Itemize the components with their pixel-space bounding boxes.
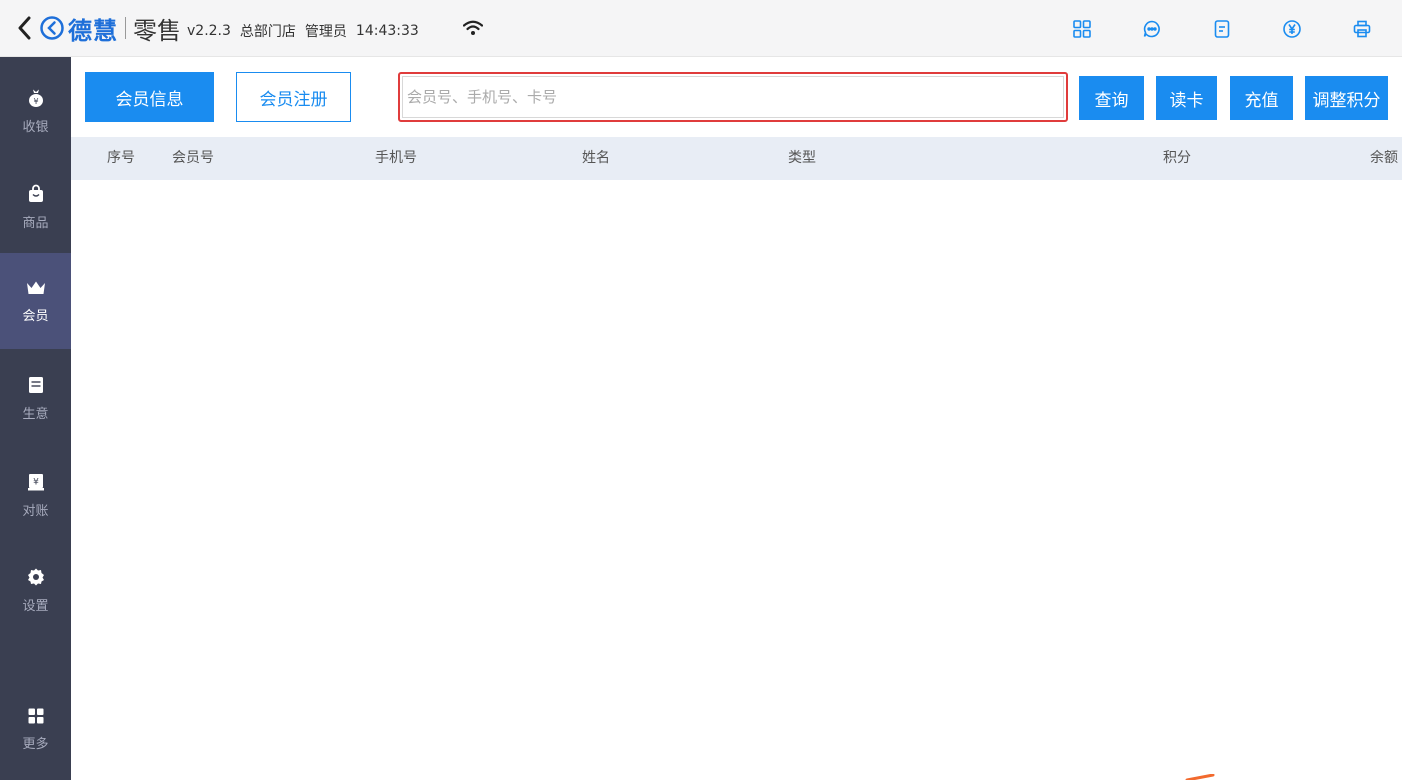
sidebar-item-business[interactable]: 生意 [0, 350, 71, 446]
column-header-type: 类型 [788, 150, 816, 166]
gear-icon [27, 568, 44, 585]
back-icon[interactable] [12, 11, 36, 45]
sidebar-item-reconcile[interactable]: ¥ 对账 [0, 447, 71, 543]
crown-icon [26, 281, 45, 294]
sidebar-item-label: 对账 [22, 503, 49, 519]
column-header-index: 序号 [107, 150, 135, 166]
sidebar-item-label: 会员 [22, 308, 49, 324]
reconcile-icon: ¥ [27, 473, 44, 490]
query-button[interactable]: 查询 [1079, 76, 1144, 120]
table-body [71, 180, 1402, 780]
sidebar-item-goods[interactable]: 商品 [0, 159, 71, 255]
sidebar-item-label: 设置 [22, 598, 49, 614]
svg-text:¥: ¥ [33, 97, 38, 106]
member-info-tab[interactable]: 会员信息 [85, 72, 214, 122]
column-header-member-no: 会员号 [172, 150, 214, 166]
search-box [398, 72, 1068, 122]
grid-icon[interactable] [1070, 17, 1094, 41]
document-icon[interactable] [1210, 17, 1234, 41]
main-content: 会员信息 会员注册 查询 读卡 充值 调整积分 序号 会员号 手机号 姓名 类型… [71, 57, 1402, 780]
table-header: 序号 会员号 手机号 姓名 类型 积分 余额 [71, 137, 1402, 180]
shopping-bag-icon [28, 184, 43, 202]
column-header-name: 姓名 [582, 150, 610, 166]
logo-icon [40, 16, 64, 40]
apps-icon [28, 708, 43, 723]
sidebar-item-label: 收银 [22, 119, 49, 135]
wifi-icon [462, 20, 483, 40]
app-version: v2.2.3 [187, 23, 231, 39]
top-toolbar-icons [1070, 0, 1402, 57]
svg-text:¥: ¥ [33, 477, 39, 487]
brand-name: 德慧 [68, 16, 118, 45]
member-register-tab[interactable]: 会员注册 [236, 72, 351, 122]
user-role: 管理员 [304, 24, 347, 40]
store-name: 总部门店 [239, 24, 296, 40]
yen-icon[interactable] [1280, 17, 1304, 41]
sidebar-item-label: 商品 [22, 215, 49, 231]
column-header-phone: 手机号 [375, 150, 417, 166]
money-bag-icon: ¥ [28, 89, 43, 107]
column-header-balance: 余额 [1370, 150, 1398, 166]
read-card-button[interactable]: 读卡 [1156, 76, 1217, 120]
printer-icon[interactable] [1350, 17, 1374, 41]
sidebar-item-cashier[interactable]: ¥ 收银 [0, 63, 71, 159]
sidebar-item-label: 生意 [22, 406, 49, 422]
adjust-points-button[interactable]: 调整积分 [1305, 76, 1388, 120]
sidebar: ¥ 收银 商品 会员 生意 ¥ 对账 设置 更多 [0, 57, 71, 780]
chat-icon[interactable] [1140, 17, 1164, 41]
member-search-input[interactable] [402, 76, 1064, 118]
sidebar-item-label: 更多 [22, 736, 49, 752]
column-header-points: 积分 [1163, 150, 1191, 166]
brand-separator [125, 17, 126, 39]
sidebar-item-more[interactable]: 更多 [0, 681, 71, 777]
sidebar-item-settings[interactable]: 设置 [0, 542, 71, 638]
recharge-button[interactable]: 充值 [1230, 76, 1293, 120]
product-name: 零售 [133, 16, 181, 45]
clock: 14:43:33 [355, 23, 419, 39]
top-bar: 德慧 零售 v2.2.3 总部门店 管理员 14:43:33 [0, 0, 1402, 57]
edge-decoration-icon [1185, 774, 1215, 780]
ledger-icon [28, 376, 43, 393]
sidebar-item-members[interactable]: 会员 [0, 253, 71, 349]
